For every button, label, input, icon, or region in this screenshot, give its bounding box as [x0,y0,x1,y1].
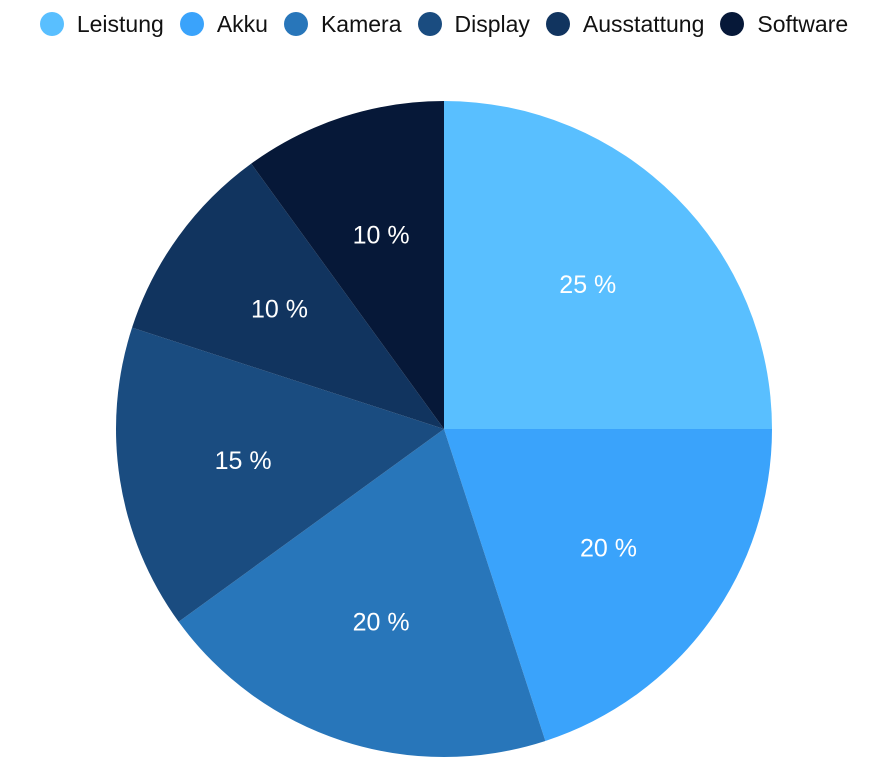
pie-chart: 25 % 20 % 20 % 15 % 10 % 10 % [116,101,772,757]
slice-label-display: 15 % [215,447,272,475]
pie-slices [116,101,772,757]
slice-label-ausstattung: 10 % [251,295,308,323]
pie-slice-leistung[interactable] [444,101,772,429]
slice-label-kamera: 20 % [353,608,410,636]
slice-label-leistung: 25 % [559,271,616,299]
slice-label-software: 10 % [353,222,410,250]
slice-label-akku: 20 % [580,535,637,563]
